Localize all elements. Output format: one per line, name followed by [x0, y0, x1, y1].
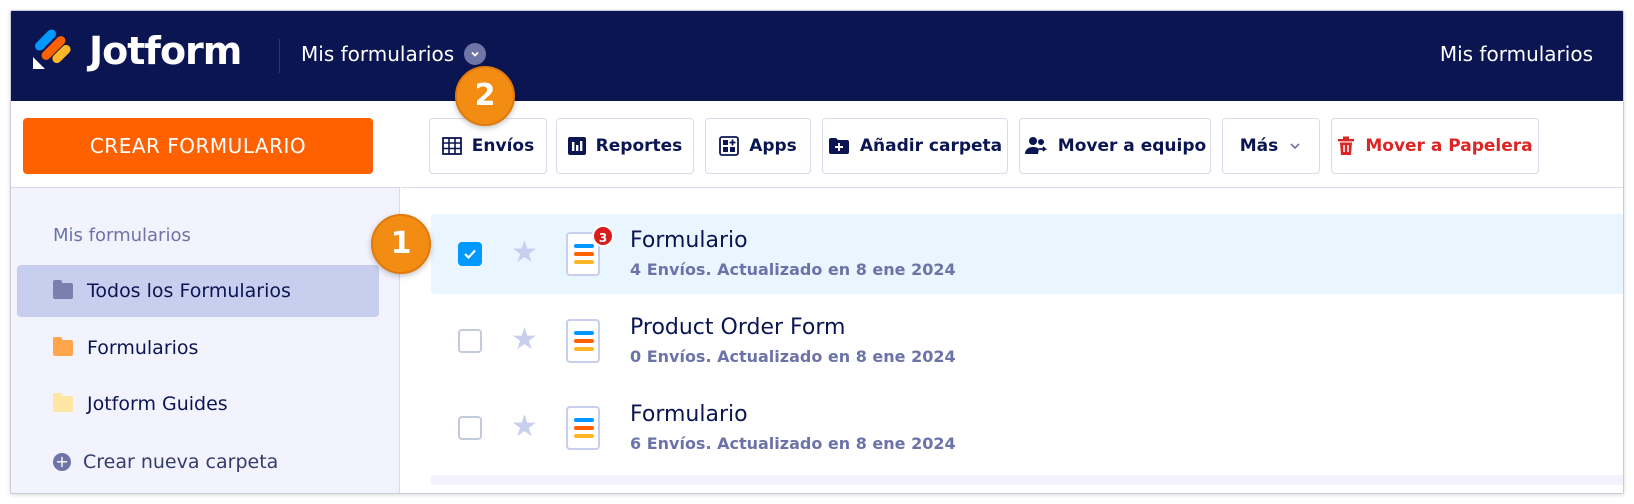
sidebar-item-label: Todos los Formularios: [87, 280, 291, 302]
sidebar-section-title: Mis formularios: [53, 225, 191, 246]
form-row[interactable]: ★ 3 Formulario 4 Envíos. Actualizado en …: [431, 214, 1623, 294]
star-icon[interactable]: ★: [511, 238, 538, 268]
sidebar-item-label: Formularios: [87, 337, 199, 359]
move-to-trash-label: Mover a Papelera: [1365, 136, 1533, 156]
star-icon[interactable]: ★: [511, 412, 538, 442]
folder-plus-icon: [828, 138, 849, 154]
checkmark-icon: [464, 249, 476, 260]
next-row-partial: [431, 475, 1623, 485]
brand-name[interactable]: Jotform: [89, 29, 242, 73]
create-form-button[interactable]: CREAR FORMULARIO: [23, 118, 373, 174]
notification-badge: 3: [592, 225, 614, 247]
trash-icon: [1338, 136, 1355, 155]
star-icon[interactable]: ★: [511, 325, 538, 355]
form-subtitle: 4 Envíos. Actualizado en 8 ene 2024: [630, 260, 956, 279]
more-label: Más: [1239, 136, 1279, 156]
form-document-icon: [566, 406, 600, 450]
step-marker-2: 2: [455, 66, 515, 126]
header-divider: [279, 39, 280, 73]
form-document-icon: [566, 319, 600, 363]
more-dropdown-button[interactable]: Más: [1222, 118, 1320, 174]
sidebar-item-forms[interactable]: Formularios: [17, 322, 379, 374]
add-folder-button[interactable]: Añadir carpeta: [822, 118, 1008, 174]
row-checkbox[interactable]: [458, 242, 482, 266]
form-row[interactable]: ★ Product Order Form 0 Envíos. Actualiza…: [431, 301, 1623, 381]
form-subtitle: 6 Envíos. Actualizado en 8 ene 2024: [630, 434, 956, 453]
create-folder-button[interactable]: + Crear nueva carpeta: [53, 451, 278, 473]
report-chart-icon: [567, 137, 586, 155]
row-checkbox[interactable]: [458, 416, 482, 440]
form-title[interactable]: Formulario: [630, 402, 748, 427]
sidebar: CREAR FORMULARIO Mis formularios Todos l…: [11, 101, 400, 493]
move-to-trash-button[interactable]: Mover a Papelera: [1331, 118, 1539, 174]
form-title[interactable]: Formulario: [630, 228, 748, 253]
apps-button[interactable]: Apps: [705, 118, 811, 174]
my-forms-dropdown[interactable]: Mis formularios: [301, 42, 487, 66]
submissions-button[interactable]: Envíos: [429, 118, 547, 174]
chevron-down-icon: [1290, 143, 1300, 150]
form-row[interactable]: ★ Formulario 6 Envíos. Actualizado en 8 …: [431, 388, 1623, 468]
submissions-label: Envíos: [471, 136, 535, 156]
step-marker-1: 1: [371, 214, 431, 274]
apps-grid-icon: [719, 136, 740, 156]
table-icon: [441, 137, 462, 155]
folder-icon: [53, 393, 73, 412]
form-list: ★ 3 Formulario 4 Envíos. Actualizado en …: [401, 188, 1623, 493]
team-move-icon: [1024, 137, 1047, 154]
apps-label: Apps: [749, 136, 797, 156]
jotform-logo-icon[interactable]: [31, 29, 73, 71]
create-folder-label: Crear nueva carpeta: [83, 451, 279, 473]
row-checkbox[interactable]: [458, 329, 482, 353]
reports-button[interactable]: Reportes: [556, 118, 694, 174]
add-folder-label: Añadir carpeta: [859, 136, 1003, 156]
top-bar: Jotform Mis formularios Mis formularios: [11, 11, 1623, 101]
folder-icon: [53, 280, 73, 299]
header-my-forms-link[interactable]: Mis formularios: [1440, 42, 1593, 66]
my-forms-label: Mis formularios: [301, 42, 455, 66]
sidebar-item-label: Jotform Guides: [87, 393, 228, 415]
folder-icon: [53, 337, 73, 356]
app-window: Jotform Mis formularios Mis formularios …: [10, 10, 1624, 494]
plus-icon: +: [53, 453, 71, 471]
toolbar: Envíos Reportes Apps Añadir carpeta Move…: [401, 101, 1623, 188]
sidebar-item-jotform-guides[interactable]: Jotform Guides: [17, 378, 379, 430]
move-to-team-label: Mover a equipo: [1057, 136, 1207, 156]
form-title[interactable]: Product Order Form: [630, 315, 845, 340]
move-to-team-button[interactable]: Mover a equipo: [1019, 118, 1211, 174]
reports-label: Reportes: [595, 136, 683, 156]
create-form-area: CREAR FORMULARIO: [11, 101, 400, 188]
chevron-down-icon: [464, 43, 487, 65]
sidebar-item-all-forms[interactable]: Todos los Formularios: [17, 265, 379, 317]
form-subtitle: 0 Envíos. Actualizado en 8 ene 2024: [630, 347, 956, 366]
